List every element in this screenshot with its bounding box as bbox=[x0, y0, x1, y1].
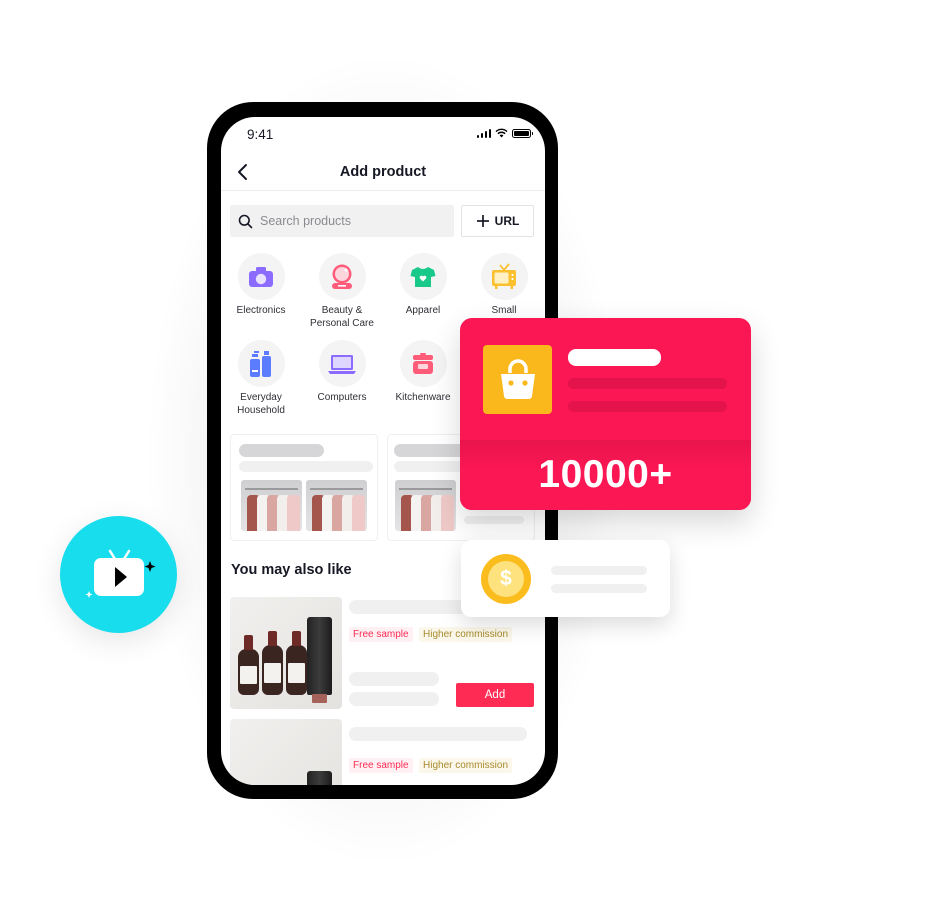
search-placeholder: Search products bbox=[260, 214, 352, 228]
add-button[interactable]: Add bbox=[456, 683, 534, 707]
category-label: Apparel bbox=[405, 305, 441, 316]
skeleton-title bbox=[349, 727, 527, 741]
free-sample-tag: Free sample bbox=[349, 627, 413, 642]
category-label: Everyday Household bbox=[237, 392, 285, 416]
cellular-signal-icon bbox=[476, 128, 491, 138]
promo-card: 10000+ bbox=[460, 318, 751, 510]
category-computers[interactable]: Computers bbox=[302, 340, 382, 404]
plus-icon bbox=[476, 215, 489, 227]
category-icon-bg bbox=[318, 340, 366, 387]
bottles-icon bbox=[250, 350, 271, 377]
tv-icon bbox=[492, 262, 516, 289]
tv-play-icon bbox=[85, 549, 156, 598]
nav-bar: Add product bbox=[221, 155, 545, 191]
promo-count: 10000+ bbox=[538, 453, 673, 496]
product-image-bottles bbox=[230, 719, 342, 785]
skeleton-line bbox=[349, 672, 439, 686]
skeleton-line bbox=[464, 516, 524, 524]
search-input[interactable]: Search products bbox=[230, 205, 454, 237]
skeleton-line bbox=[349, 692, 439, 706]
status-icons bbox=[476, 128, 533, 138]
category-icon-bg bbox=[399, 340, 447, 387]
category-label: Computers bbox=[317, 392, 367, 403]
camera-icon bbox=[249, 266, 273, 287]
product-image-apparel bbox=[306, 480, 367, 531]
category-electronics[interactable]: Electronics bbox=[221, 253, 301, 317]
category-beauty[interactable]: Beauty & Personal Care bbox=[302, 253, 382, 330]
product-image-apparel bbox=[395, 480, 456, 531]
category-icon-bg bbox=[318, 253, 366, 300]
section-title: You may also like bbox=[231, 562, 352, 578]
skeleton-line bbox=[551, 566, 647, 575]
commission-card: $ bbox=[461, 540, 670, 617]
higher-commission-tag: Higher commission bbox=[419, 758, 513, 773]
product-image-apparel bbox=[241, 480, 302, 531]
status-time: 9:41 bbox=[247, 127, 274, 142]
category-icon-bg bbox=[237, 253, 285, 300]
free-sample-tag: Free sample bbox=[349, 758, 413, 773]
skeleton-line bbox=[568, 378, 727, 389]
search-icon bbox=[238, 214, 253, 228]
category-label: Beauty & Personal Care bbox=[310, 305, 374, 329]
product-image-bottles bbox=[230, 597, 342, 709]
collection-card[interactable] bbox=[230, 434, 378, 541]
status-bar: 9:41 bbox=[221, 117, 545, 153]
category-icon-bg bbox=[237, 340, 285, 387]
page-title: Add product bbox=[339, 164, 427, 180]
dollar-coin-icon: $ bbox=[481, 554, 531, 604]
skeleton-title bbox=[239, 444, 324, 457]
category-label: Kitchenware bbox=[395, 392, 451, 403]
category-apparel[interactable]: Apparel bbox=[383, 253, 463, 317]
battery-icon bbox=[512, 128, 533, 138]
dollar-symbol: $ bbox=[488, 561, 524, 597]
skeleton-title bbox=[568, 349, 661, 366]
laptop-icon bbox=[328, 354, 356, 374]
category-icon-bg bbox=[480, 253, 528, 300]
skeleton-line bbox=[568, 401, 727, 412]
category-label: Electronics bbox=[236, 305, 286, 316]
category-label: Small bbox=[491, 305, 517, 316]
category-icon-bg bbox=[399, 253, 447, 300]
tv-badge bbox=[60, 516, 177, 633]
skeleton-line bbox=[239, 461, 373, 472]
url-label: URL bbox=[494, 214, 520, 228]
category-small[interactable]: Small bbox=[464, 253, 544, 317]
skeleton-line bbox=[551, 584, 647, 593]
tshirt-icon bbox=[410, 266, 436, 287]
compact-mirror-icon bbox=[332, 264, 352, 289]
category-household[interactable]: Everyday Household bbox=[221, 340, 301, 417]
higher-commission-tag: Higher commission bbox=[419, 627, 513, 642]
add-url-button[interactable]: URL bbox=[461, 205, 534, 237]
wifi-icon bbox=[495, 128, 508, 138]
shopping-bag-icon bbox=[500, 358, 535, 399]
rice-cooker-icon bbox=[413, 352, 433, 374]
bag-tile bbox=[483, 345, 552, 414]
category-kitchenware[interactable]: Kitchenware bbox=[383, 340, 463, 404]
